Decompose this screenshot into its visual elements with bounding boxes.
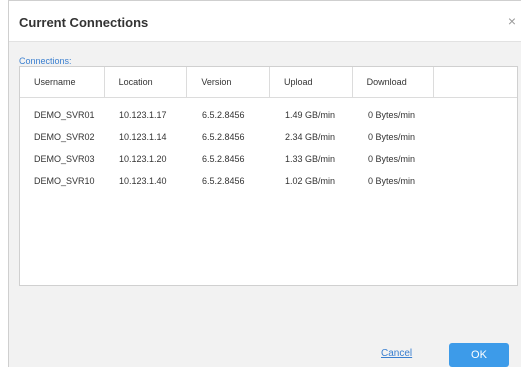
- cell-download: 0 Bytes/min: [368, 154, 416, 164]
- cell-version: 6.5.2.8456: [202, 154, 245, 164]
- table-row[interactable]: DEMO_SVR10 10.123.1.40 6.5.2.8456 1.02 G…: [20, 170, 517, 192]
- cell-username: DEMO_SVR01: [34, 110, 95, 120]
- cell-upload: 1.33 GB/min: [285, 154, 336, 164]
- cell-download: 0 Bytes/min: [368, 132, 416, 142]
- column-header-location[interactable]: Location: [105, 67, 188, 98]
- cell-upload: 1.49 GB/min: [285, 110, 336, 120]
- cell-location: 10.123.1.14: [119, 132, 167, 142]
- cell-upload: 2.34 GB/min: [285, 132, 336, 142]
- cancel-button[interactable]: Cancel: [381, 348, 412, 359]
- table-row[interactable]: DEMO_SVR01 10.123.1.17 6.5.2.8456 1.49 G…: [20, 104, 517, 126]
- connections-table: Username Location Version Upload Downloa…: [19, 66, 518, 286]
- cell-username: DEMO_SVR10: [34, 176, 95, 186]
- cell-version: 6.5.2.8456: [202, 110, 245, 120]
- cell-location: 10.123.1.20: [119, 154, 167, 164]
- cell-download: 0 Bytes/min: [368, 110, 416, 120]
- cell-upload: 1.02 GB/min: [285, 176, 336, 186]
- cell-location: 10.123.1.40: [119, 176, 167, 186]
- dialog-title-bar: Current Connections ×: [9, 1, 521, 42]
- table-body: DEMO_SVR01 10.123.1.17 6.5.2.8456 1.49 G…: [20, 98, 517, 192]
- column-header-download[interactable]: Download: [353, 67, 435, 98]
- cell-version: 6.5.2.8456: [202, 176, 245, 186]
- ok-button[interactable]: OK: [449, 343, 509, 367]
- cell-username: DEMO_SVR02: [34, 132, 95, 142]
- table-row[interactable]: DEMO_SVR03 10.123.1.20 6.5.2.8456 1.33 G…: [20, 148, 517, 170]
- table-header: Username Location Version Upload Downloa…: [20, 67, 517, 98]
- cell-location: 10.123.1.17: [119, 110, 167, 120]
- table-row[interactable]: DEMO_SVR02 10.123.1.14 6.5.2.8456 2.34 G…: [20, 126, 517, 148]
- column-header-username[interactable]: Username: [20, 67, 105, 98]
- column-header-version[interactable]: Version: [187, 67, 270, 98]
- column-header-upload[interactable]: Upload: [270, 67, 353, 98]
- column-header-empty: [434, 67, 517, 98]
- current-connections-dialog: Current Connections × Connections: Usern…: [8, 0, 521, 367]
- dialog-title: Current Connections: [19, 15, 149, 30]
- close-icon[interactable]: ×: [504, 13, 520, 29]
- connections-label: Connections:: [19, 56, 72, 66]
- cell-username: DEMO_SVR03: [34, 154, 95, 164]
- cell-version: 6.5.2.8456: [202, 132, 245, 142]
- cell-download: 0 Bytes/min: [368, 176, 416, 186]
